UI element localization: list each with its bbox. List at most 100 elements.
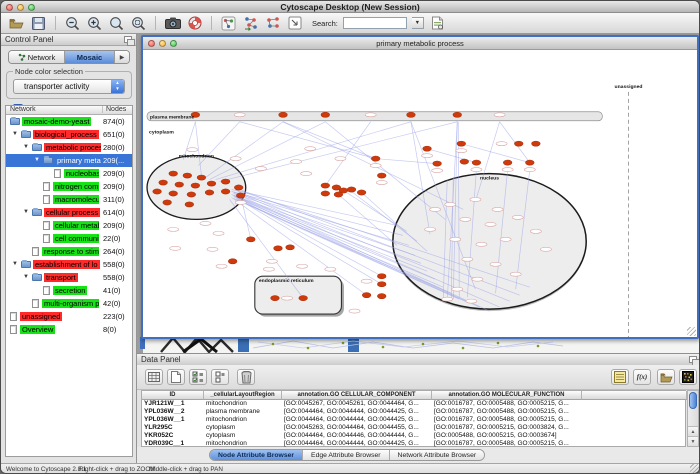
frame-resize-grip[interactable] (687, 327, 696, 336)
network-tree-row[interactable]: secretion41(0) (6, 284, 132, 297)
tree-expand-icon[interactable]: ▼ (12, 131, 18, 137)
network-tree-row[interactable]: nitrogen compo209(0) (6, 180, 132, 193)
network-canvas[interactable]: plasma membranecytoplasmmitochondrionnuc… (143, 50, 697, 337)
graph-node[interactable] (153, 189, 162, 194)
float-panel-icon[interactable] (689, 356, 698, 364)
search-dropdown-button[interactable]: ▼ (412, 17, 424, 29)
graph-node[interactable] (321, 191, 330, 196)
zoom-in-icon[interactable] (86, 15, 103, 32)
unselect-attributes-icon[interactable] (211, 369, 229, 385)
network-view-tools-icon[interactable] (242, 15, 259, 32)
table-column-header[interactable]: annotation.GO MOLECULAR_FUNCTION (432, 391, 582, 400)
tree-expand-icon[interactable]: ▼ (23, 274, 29, 280)
table-row[interactable]: YJR121W__1mitochondrion[GO:0045267, GO:0… (142, 400, 685, 408)
node-color-dropdown[interactable]: transporter activity ▲▼ (13, 79, 125, 94)
graph-node[interactable] (457, 141, 466, 146)
graph-node[interactable] (221, 179, 230, 184)
graph-node[interactable] (407, 112, 416, 117)
network-tree-row[interactable]: cellular metabol209(0) (6, 219, 132, 232)
table-column-header[interactable]: ID (142, 391, 204, 400)
graph-node[interactable] (299, 296, 308, 301)
select-attributes-icon[interactable] (189, 369, 207, 385)
graph-node[interactable] (357, 190, 366, 195)
tab-network-attribute-browser[interactable]: Network Attribute Browser (390, 450, 485, 460)
minimize-button[interactable] (17, 4, 24, 11)
tab-mosaic[interactable]: Mosaic (65, 51, 115, 63)
table-row[interactable]: YPL036W__1mitochondrion[GO:0044464, GO:0… (142, 416, 685, 424)
network-link-tools-icon[interactable] (264, 15, 281, 32)
graph-node[interactable] (347, 187, 356, 192)
graph-node[interactable] (187, 192, 196, 197)
graph-node[interactable] (228, 259, 237, 264)
table-scrollbar[interactable]: ▲ ▼ (687, 390, 699, 447)
tree-expand-icon[interactable]: ▼ (23, 144, 29, 150)
frame-zoom-button[interactable] (170, 40, 177, 47)
help-ring-icon[interactable] (186, 15, 203, 32)
network-view-frame[interactable]: primary metabolic process plasma membran… (141, 35, 699, 339)
import-table-icon[interactable] (611, 369, 629, 385)
graph-node[interactable] (205, 190, 214, 195)
graph-node[interactable] (377, 173, 386, 178)
zoom-button[interactable] (28, 4, 35, 11)
graph-node[interactable] (234, 185, 243, 190)
frame-close-button[interactable] (148, 40, 155, 47)
zoom-fit-icon[interactable] (108, 15, 125, 32)
network-tree-row[interactable]: nucleobase-209(0) (6, 167, 132, 180)
window-resize-grip[interactable] (690, 464, 699, 473)
graph-node[interactable] (271, 296, 280, 301)
network-tree-row[interactable]: ▼transport558(0) (6, 271, 132, 284)
zoom-out-icon[interactable] (64, 15, 81, 32)
frame-minimize-button[interactable] (159, 40, 166, 47)
graph-node[interactable] (433, 161, 442, 166)
graph-node[interactable] (532, 141, 541, 146)
scroll-down-icon[interactable]: ▼ (688, 436, 698, 446)
graph-node[interactable] (221, 189, 230, 194)
graph-node[interactable] (236, 193, 245, 198)
graph-node[interactable] (159, 180, 168, 185)
search-input[interactable] (343, 17, 407, 29)
table-column-header[interactable]: _cellularLayoutRegion (204, 391, 282, 400)
tree-expand-icon[interactable]: ▼ (23, 209, 29, 215)
zoom-selected-icon[interactable] (130, 15, 147, 32)
network-tree-row[interactable]: response to stimulu264(0) (6, 245, 132, 258)
graph-node[interactable] (371, 156, 380, 161)
graph-node[interactable] (334, 192, 343, 197)
graph-node[interactable] (169, 191, 178, 196)
delete-attribute-trash-icon[interactable] (237, 369, 255, 385)
graph-node[interactable] (175, 182, 184, 187)
network-tree-row[interactable]: mosaic-demo-yeast874(0) (6, 115, 132, 128)
network-graph[interactable]: plasma membranecytoplasmmitochondrionnuc… (143, 50, 695, 337)
tab-network[interactable]: Network (9, 51, 65, 63)
graph-node[interactable] (191, 183, 200, 188)
graph-node[interactable] (183, 173, 192, 178)
graph-node[interactable] (525, 160, 534, 165)
graph-node[interactable] (377, 294, 386, 299)
table-row[interactable]: YPL036W__2plasma membrane[GO:0044464, GO… (142, 408, 685, 416)
snapshot-camera-icon[interactable] (164, 15, 181, 32)
graph-node[interactable] (197, 175, 206, 180)
network-tree-row[interactable]: ▼cellular process614(0) (6, 206, 132, 219)
attribute-grid-icon[interactable] (145, 369, 163, 385)
graph-node[interactable] (377, 274, 386, 279)
table-row[interactable]: YLR295Ccytoplasm[GO:0045263, GO:0044464,… (142, 424, 685, 432)
annotation-box-icon[interactable] (286, 15, 303, 32)
tab-edge-attribute-browser[interactable]: Edge Attribute Browser (303, 450, 390, 460)
new-network-icon[interactable] (220, 15, 237, 32)
tab-node-attribute-browser[interactable]: Node Attribute Browser (210, 450, 303, 460)
graph-node[interactable] (321, 183, 330, 188)
save-session-icon[interactable] (30, 15, 47, 32)
new-attribute-icon[interactable] (167, 369, 185, 385)
network-tree-row[interactable]: ▼primary metabol209(... (6, 154, 132, 167)
graph-node[interactable] (279, 112, 288, 117)
scroll-up-icon[interactable]: ▲ (688, 426, 698, 436)
graph-node[interactable] (503, 160, 512, 165)
network-tree-row[interactable]: cell communicat22(0) (6, 232, 132, 245)
network-tree-row[interactable]: ▼metabolic process280(0) (6, 141, 132, 154)
graph-node[interactable] (274, 246, 283, 251)
tabs-overflow-button[interactable]: ▶ (115, 51, 129, 63)
tree-expand-icon[interactable]: ▼ (34, 157, 40, 163)
graph-node[interactable] (472, 160, 481, 165)
frame-titlebar[interactable]: primary metabolic process (143, 37, 697, 50)
tree-col-nodes[interactable]: Nodes (102, 106, 126, 113)
table-column-header[interactable]: annotation.GO CELLULAR_COMPONENT (282, 391, 432, 400)
